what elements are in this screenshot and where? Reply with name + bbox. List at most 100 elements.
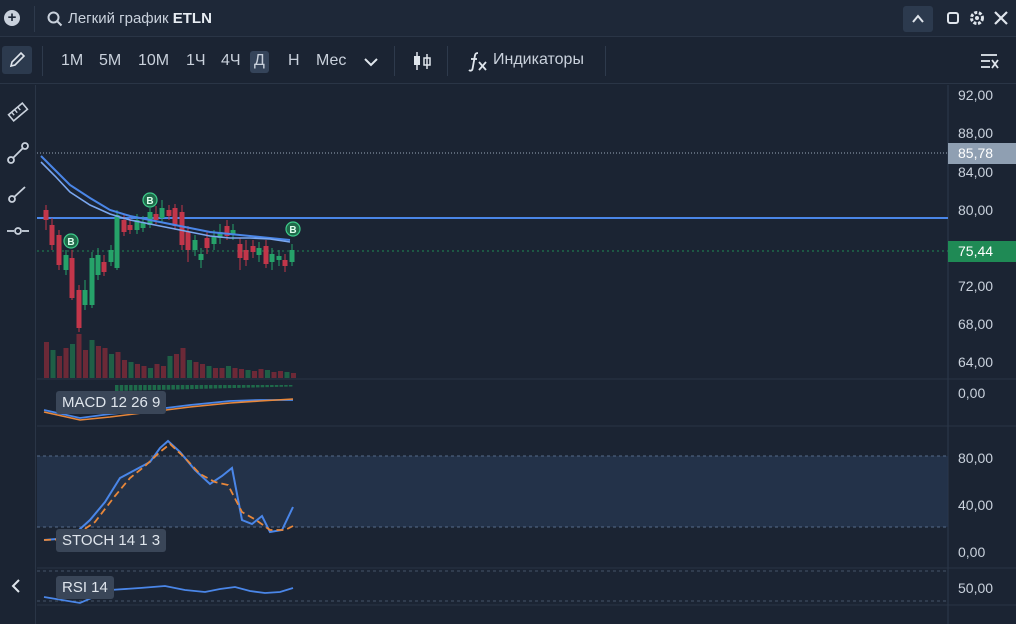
macd-histogram-bar (129, 385, 133, 391)
volume-bar (174, 354, 179, 378)
volume-bar (258, 369, 264, 378)
price-tick: 64,00 (958, 354, 994, 370)
price-tick: 68,00 (958, 316, 994, 332)
volume-bar (213, 368, 218, 378)
candle-body (198, 254, 204, 260)
candle-body (192, 240, 198, 250)
macd-label[interactable]: MACD 12 26 9 (56, 391, 167, 414)
macd-histogram-bar (138, 385, 142, 391)
volume-bar (83, 350, 88, 378)
candle-body (204, 238, 210, 248)
price-tick: 72,00 (958, 278, 994, 294)
macd-histogram-bar (180, 385, 185, 390)
macd-histogram-bar (213, 385, 218, 389)
macd-histogram-bar (246, 385, 251, 388)
macd-histogram-bar (176, 385, 180, 390)
macd-histogram-bar (199, 385, 204, 389)
price-tick: 88,00 (958, 125, 994, 141)
buy-signal-label: B (67, 237, 74, 248)
macd-histogram-bar (284, 385, 288, 387)
macd-histogram-bar (218, 385, 222, 389)
macd-histogram-bar (133, 385, 138, 391)
volume-bar (44, 342, 49, 378)
volume-bar (193, 362, 199, 378)
candle-body (89, 258, 95, 305)
volume-bar (70, 344, 75, 378)
candle-body (43, 210, 49, 220)
macd-histogram-bar (260, 385, 265, 388)
volume-bar (291, 373, 296, 378)
candle-body (114, 215, 120, 268)
volume-bar (284, 372, 290, 378)
macd-histogram-bar (147, 385, 152, 391)
volume-bar (102, 348, 108, 378)
volume-bar (232, 368, 238, 378)
dotted-level-tag: 85,78 (948, 143, 1016, 164)
volume-bar (206, 366, 212, 378)
macd-histogram-bar (265, 385, 269, 388)
candle-body (95, 255, 101, 275)
volume-bar (226, 366, 231, 378)
macd-histogram-bar (279, 385, 283, 387)
volume-bar (115, 352, 121, 378)
macd-histogram-bar (185, 385, 189, 390)
candle-body (159, 208, 165, 218)
macd-histogram-bar (157, 385, 161, 390)
volume-bar (239, 369, 244, 378)
volume-bar (63, 348, 69, 378)
candle-body (185, 232, 191, 250)
macd-histogram-bar (241, 385, 246, 388)
candle-body (49, 225, 55, 245)
stoch-axis-tick: 40,00 (958, 497, 994, 513)
volume-bar (122, 360, 127, 378)
candle-body (243, 250, 249, 260)
volume-bar (50, 350, 56, 378)
volume-bar (265, 370, 270, 378)
candle-body (56, 235, 62, 265)
macd-axis-tick: 0,00 (958, 385, 986, 401)
macd-histogram-bar (256, 385, 260, 388)
candle-body (172, 208, 178, 226)
candle-body (127, 225, 133, 230)
volume-bar (271, 372, 277, 378)
ma-slow-line (40, 161, 291, 243)
macd-histogram-bar (274, 385, 279, 387)
candle-body (69, 258, 75, 298)
macd-histogram-bar (237, 385, 241, 388)
candle-body (250, 246, 256, 252)
candle-body (256, 248, 262, 255)
candle-body (282, 260, 288, 266)
stoch-band (37, 456, 948, 527)
volume-bar (57, 356, 62, 378)
volume-bar (245, 370, 251, 378)
volume-bar (135, 364, 140, 378)
rsi-axis-tick: 50,00 (958, 580, 994, 596)
stoch-label[interactable]: STOCH 14 1 3 (56, 529, 167, 552)
candle-body (108, 250, 114, 262)
macd-histogram-bar (190, 385, 194, 390)
candle-body (153, 214, 159, 220)
candle-body (166, 210, 172, 216)
volume-bar (187, 360, 192, 378)
volume-bar (252, 371, 257, 378)
macd-histogram-bar (251, 385, 255, 388)
volume-bar (109, 354, 114, 378)
candle-body (237, 244, 243, 258)
macd-histogram-bar (119, 385, 124, 391)
volume-bar (128, 362, 134, 378)
macd-histogram-bar (232, 385, 236, 388)
macd-histogram-bar (143, 385, 147, 391)
volume-bar (180, 348, 186, 378)
volume-bar (167, 356, 173, 378)
rsi-label[interactable]: RSI 14 (56, 576, 114, 599)
macd-histogram-bar (209, 385, 213, 389)
volume-bar (148, 368, 153, 378)
candle-body (76, 290, 82, 328)
volume-bar (278, 371, 283, 378)
candle-body (179, 212, 185, 245)
buy-signal-label: B (146, 196, 153, 207)
price-tick: 92,00 (958, 87, 994, 103)
macd-histogram-bar (194, 385, 199, 389)
volume-bar (154, 364, 160, 378)
last-price-tag: 75,44 (948, 241, 1016, 262)
